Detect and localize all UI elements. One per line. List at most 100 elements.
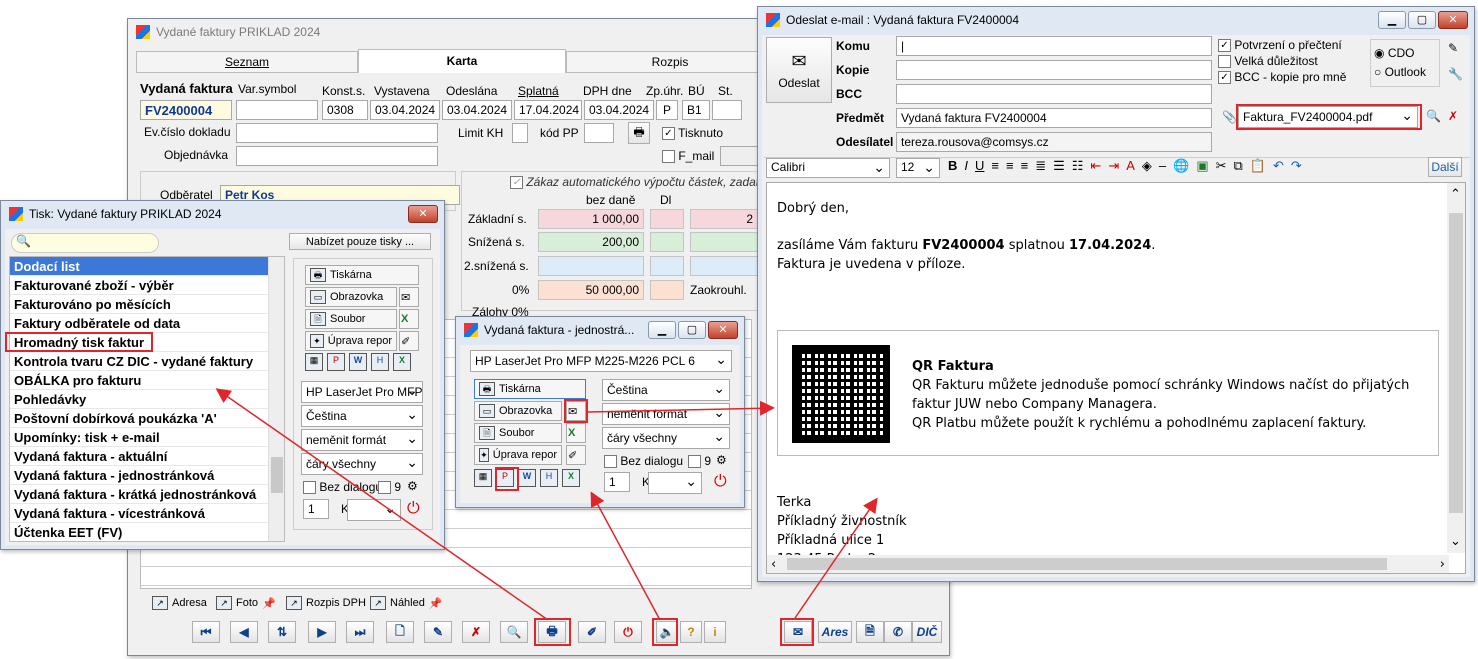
settings-edit-icon[interactable]: ✎ (1448, 41, 1458, 55)
list-item[interactable]: Vydaná faktura - jednostránková (10, 466, 268, 485)
image-icon[interactable]: ▣ (1196, 158, 1208, 174)
speaker-icon[interactable]: 🔈 (656, 621, 678, 643)
new-icon[interactable]: 🗋 (386, 621, 414, 643)
scroll-thumb[interactable] (271, 457, 283, 493)
cdo-radio[interactable]: ◉ CDO (1374, 46, 1415, 60)
list-item[interactable]: Hromadný tisk faktur (10, 333, 268, 352)
tisk-soubor-button[interactable]: 🗎 Soubor (305, 309, 397, 329)
email-icon[interactable]: ✉ (784, 621, 812, 643)
outdent-icon[interactable]: ⇤ (1090, 158, 1101, 174)
tisk-power-icon[interactable]: ⏻ (407, 500, 420, 518)
tisk-email-button[interactable]: ✉ (399, 287, 419, 307)
fill-icon[interactable]: ◈ (1142, 158, 1152, 174)
jedno-tiskarna-button[interactable]: 🖶 Tiskárna (474, 379, 586, 399)
pin-icon[interactable]: 📌 (429, 597, 443, 610)
tisk-cary-select[interactable]: čáry všechny (301, 453, 423, 475)
close-icon[interactable]: ✕ (408, 205, 438, 223)
post-icon[interactable]: ✆ (884, 621, 912, 643)
snizena2-value[interactable] (538, 256, 644, 276)
zakladni-dph[interactable]: 2 (690, 209, 758, 229)
bcc-checkbox[interactable]: ✓ BCC - kopie pro mně (1218, 70, 1346, 85)
scroll-right-icon[interactable]: › (1440, 555, 1445, 573)
tisk-settings-icon[interactable]: ⚙ (407, 479, 418, 493)
attachment-select[interactable]: Faktura_FV2400004.pdf (1238, 106, 1418, 128)
jedno-excel-button[interactable]: X (566, 423, 586, 443)
v-scrollbar[interactable]: ⌃ ⌄ (1447, 183, 1465, 553)
scroll-down-icon[interactable]: ⌄ (1450, 532, 1461, 551)
jedno-copies-field[interactable]: 1 (604, 472, 630, 492)
tisk-edit-button[interactable]: ✐ (399, 331, 419, 351)
nula-dl[interactable] (650, 280, 684, 300)
table-icon[interactable]: ▦ (305, 353, 323, 371)
first-record-icon[interactable]: ⏮ (192, 621, 220, 643)
jedno-uprava-button[interactable]: ✦ Úprava repor (474, 445, 562, 465)
cut-icon[interactable]: ✂ (1216, 158, 1227, 174)
link-globe-icon[interactable]: 🌐 (1173, 158, 1189, 174)
list-item[interactable]: Poštovní dobírková poukázka 'A' (10, 409, 268, 428)
bu-field[interactable]: B1 (682, 100, 710, 120)
snizena-dph[interactable] (690, 232, 758, 252)
list-item[interactable]: Faktury odběratele od data (10, 314, 268, 333)
jedno-format-select[interactable]: neměnit formát (602, 403, 730, 425)
adresa-button[interactable]: ↗ Adresa (148, 593, 211, 613)
outlook-radio[interactable]: ○ Outlook (1374, 65, 1426, 79)
snizena-value[interactable]: 200,00 (538, 232, 644, 252)
list-item[interactable]: Fakturováno po měsících (10, 295, 268, 314)
indent-icon[interactable]: ⇥ (1108, 158, 1119, 174)
word-icon[interactable]: W (518, 469, 536, 487)
jedno-soubor-button[interactable]: 🗎 Soubor (474, 423, 562, 443)
tisk-nine-checkbox[interactable]: 9 (378, 480, 401, 495)
ares-button[interactable]: Ares (818, 621, 852, 643)
dalsi-button[interactable]: Další (1428, 157, 1462, 177)
prev-record-icon[interactable]: ◀ (230, 621, 258, 643)
jedno-edit-button[interactable]: ✐ (566, 445, 586, 465)
list-item[interactable]: Vydaná faktura - krátká jednostránková (10, 485, 268, 504)
scroll-up-icon[interactable]: ⌃ (1450, 185, 1461, 204)
kopie-field[interactable] (896, 60, 1212, 80)
scrollbar[interactable] (268, 257, 284, 541)
numbered-list-icon[interactable]: ☷ (1072, 158, 1084, 174)
snizena-dl[interactable] (650, 232, 684, 252)
list-item[interactable]: Kontrola tvaru CZ DIC - vydané faktury (10, 352, 268, 371)
zakaz-checkbox[interactable]: ✓ Zákaz automatického výpočtu částek, za… (510, 175, 773, 190)
maximize-icon[interactable]: ▢ (678, 321, 706, 339)
minimize-icon[interactable]: ▁ (648, 321, 676, 339)
html-icon[interactable]: H (371, 353, 389, 371)
tisk-printer-select[interactable]: HP LaserJet Pro MFP (301, 381, 423, 403)
html-icon[interactable]: H (540, 469, 558, 487)
snizena2-dph[interactable] (690, 256, 758, 276)
sort-icon[interactable]: ⇅ (268, 621, 296, 643)
velka-checkbox[interactable]: Velká důležitost (1218, 54, 1318, 69)
odeslat-button[interactable]: ✉ Odeslat (766, 37, 832, 103)
jedno-email-button[interactable]: ✉ (566, 401, 586, 421)
search-record-icon[interactable]: 🔍 (500, 621, 528, 643)
jedno-printer-select[interactable]: HP LaserJet Pro MFP M225-M226 PCL 6 (470, 350, 732, 372)
scroll-thumb[interactable] (1449, 213, 1463, 513)
jedno-k-select[interactable] (648, 472, 702, 494)
objednavka-field[interactable] (236, 146, 438, 166)
limit-field[interactable] (512, 123, 528, 143)
odesilatel-field[interactable]: tereza.rousova@comsys.cz (896, 132, 1212, 152)
maximize-icon[interactable]: ▢ (1408, 11, 1436, 29)
list-item[interactable]: Účtenka EET (FV) (10, 523, 268, 541)
table-icon[interactable]: ▦ (474, 469, 492, 487)
cislo-field[interactable]: FV2400004 (140, 100, 232, 120)
list-item[interactable]: Upomínky: tisk + e-mail (10, 428, 268, 447)
tab-karta[interactable]: Karta (358, 49, 566, 73)
minimize-icon[interactable]: ▁ (1378, 11, 1406, 29)
size-select[interactable]: 12 (896, 158, 940, 178)
undo-icon[interactable]: ↶ (1273, 158, 1284, 174)
nahled-button[interactable]: ↗ Náhled 📌 (366, 593, 447, 613)
tisknuto-checkbox[interactable]: ✓ Tisknuto (662, 126, 723, 141)
list-item[interactable]: OBÁLKA pro fakturu (10, 371, 268, 390)
copy-icon[interactable]: ⧉ (1234, 158, 1243, 174)
jedno-bezdialogu-checkbox[interactable]: Bez dialogu (604, 454, 683, 469)
jedno-nine-checkbox[interactable]: 9 (688, 454, 711, 469)
help-icon[interactable]: ? (680, 621, 702, 643)
tisk-format-select[interactable]: neměnit formát (301, 429, 423, 451)
list-item[interactable]: Vydaná faktura - aktuální (10, 447, 268, 466)
jedno-lang-select[interactable]: Čeština (602, 379, 730, 401)
vystavena-field[interactable]: 03.04.2024 (370, 100, 440, 120)
rozpis-button[interactable]: ↗ Rozpis DPH (282, 593, 370, 613)
align-left-icon[interactable]: ≡ (991, 158, 999, 174)
